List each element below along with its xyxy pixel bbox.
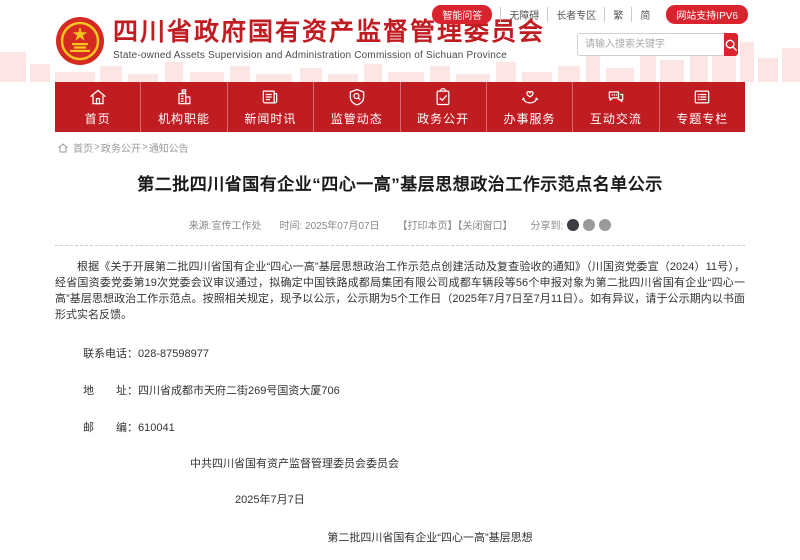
nav-item-supervision[interactable]: 监管动态	[314, 82, 400, 132]
page: 智能问答 无障碍 长者专区 繁 简 网站支持IPV6 四川省政府国有资产监督管理…	[0, 0, 800, 560]
breadcrumb: 首页 > 政务公开 > 通知公告	[57, 140, 189, 155]
clipboard-check-icon	[433, 87, 453, 107]
meta-time: 时间: 2025年07月07日	[279, 217, 379, 232]
nav-label: 首页	[85, 110, 111, 127]
nav-label: 专题专栏	[676, 110, 728, 127]
heart-hands-icon	[520, 87, 540, 107]
nav-label: 办事服务	[504, 110, 556, 127]
supervision-shield-icon	[347, 87, 367, 107]
search-button[interactable]	[724, 33, 738, 56]
share-group: 分享到:	[531, 217, 612, 232]
meta-source: 来源:宣传工作处	[189, 217, 262, 232]
article-meta: 来源:宣传工作处 时间: 2025年07月07日 【打印本页】【关闭窗口】 分享…	[55, 217, 745, 246]
nav-label: 政务公开	[417, 110, 469, 127]
nav-item-news[interactable]: 新闻时讯	[228, 82, 314, 132]
organization-icon	[174, 87, 194, 107]
article: 第二批四川省国有企业“四心一高”基层思想政治工作示范点名单公示 来源:宣传工作处…	[55, 158, 745, 560]
simplified-chinese-link[interactable]: 简	[632, 7, 658, 22]
appendix-title-line1: 第二批四川省国有企业“四心一高”基层思想	[55, 529, 745, 545]
share-label: 分享到:	[531, 217, 564, 232]
ipv6-badge[interactable]: 网站支持IPV6	[666, 5, 748, 24]
contact-postcode: 邮 编：610041	[55, 419, 745, 435]
breadcrumb-notices[interactable]: 通知公告	[149, 140, 189, 155]
share-icon-3[interactable]	[599, 219, 611, 231]
breadcrumb-gov-open[interactable]: 政务公开	[101, 140, 141, 155]
traditional-chinese-link[interactable]: 繁	[605, 7, 632, 22]
site-subtitle: State-owned Assets Supervision and Admin…	[113, 50, 545, 61]
main-nav: 首页 机构职能 新闻时讯 监管动态	[55, 82, 745, 132]
meta-print-close: 【打印本页】【关闭窗口】	[398, 217, 513, 232]
breadcrumb-home[interactable]: 首页	[73, 140, 93, 155]
accessibility-link[interactable]: 无障碍	[500, 7, 548, 22]
nav-label: 互动交流	[590, 110, 642, 127]
contact-phone: 联系电话：028-87598977	[55, 345, 745, 361]
close-window-button[interactable]: 【关闭窗口】	[458, 221, 513, 232]
smart-qa-button[interactable]: 智能问答	[432, 5, 492, 24]
national-emblem-logo	[55, 16, 105, 66]
senior-zone-link[interactable]: 长者专区	[548, 7, 605, 22]
search-box	[577, 33, 732, 56]
nav-item-organization[interactable]: 机构职能	[141, 82, 227, 132]
print-page-button[interactable]: 【打印本页】	[398, 221, 458, 232]
home-icon	[88, 87, 108, 107]
nav-item-topics[interactable]: 专题专栏	[660, 82, 745, 132]
breadcrumb-home-icon	[57, 142, 69, 154]
article-paragraph: 根据《关于开展第二批四川省国有企业“四心一高”基层思想政治工作示范点创建活动及复…	[55, 259, 745, 323]
nav-item-services[interactable]: 办事服务	[487, 82, 573, 132]
site-header: 智能问答 无障碍 长者专区 繁 简 网站支持IPV6 四川省政府国有资产监督管理…	[0, 0, 800, 82]
nav-label: 机构职能	[158, 110, 210, 127]
nav-item-home[interactable]: 首页	[55, 82, 141, 132]
nav-label: 新闻时讯	[244, 110, 296, 127]
nav-item-gov-open[interactable]: 政务公开	[401, 82, 487, 132]
nav-label: 监管动态	[331, 110, 383, 127]
topbar: 智能问答 无障碍 长者专区 繁 简 网站支持IPV6	[432, 5, 748, 24]
topics-list-icon	[692, 87, 712, 107]
breadcrumb-separator: >	[93, 142, 101, 153]
news-icon	[260, 87, 280, 107]
nav-item-interaction[interactable]: 互动交流	[573, 82, 659, 132]
chat-bubbles-icon	[606, 87, 626, 107]
article-title: 第二批四川省国有企业“四心一高”基层思想政治工作示范点名单公示	[55, 170, 745, 195]
breadcrumb-separator: >	[141, 142, 149, 153]
share-icon-2[interactable]	[583, 219, 595, 231]
search-icon	[724, 38, 738, 52]
share-icon-1[interactable]	[567, 219, 579, 231]
contact-address: 地 址：四川省成都市天府二街269号国资大厦706	[55, 382, 745, 398]
signature-org: 中共四川省国有资产监督管理委员会委员会	[55, 455, 745, 471]
signature-date: 2025年7月7日	[55, 491, 745, 507]
search-input[interactable]	[577, 33, 724, 56]
